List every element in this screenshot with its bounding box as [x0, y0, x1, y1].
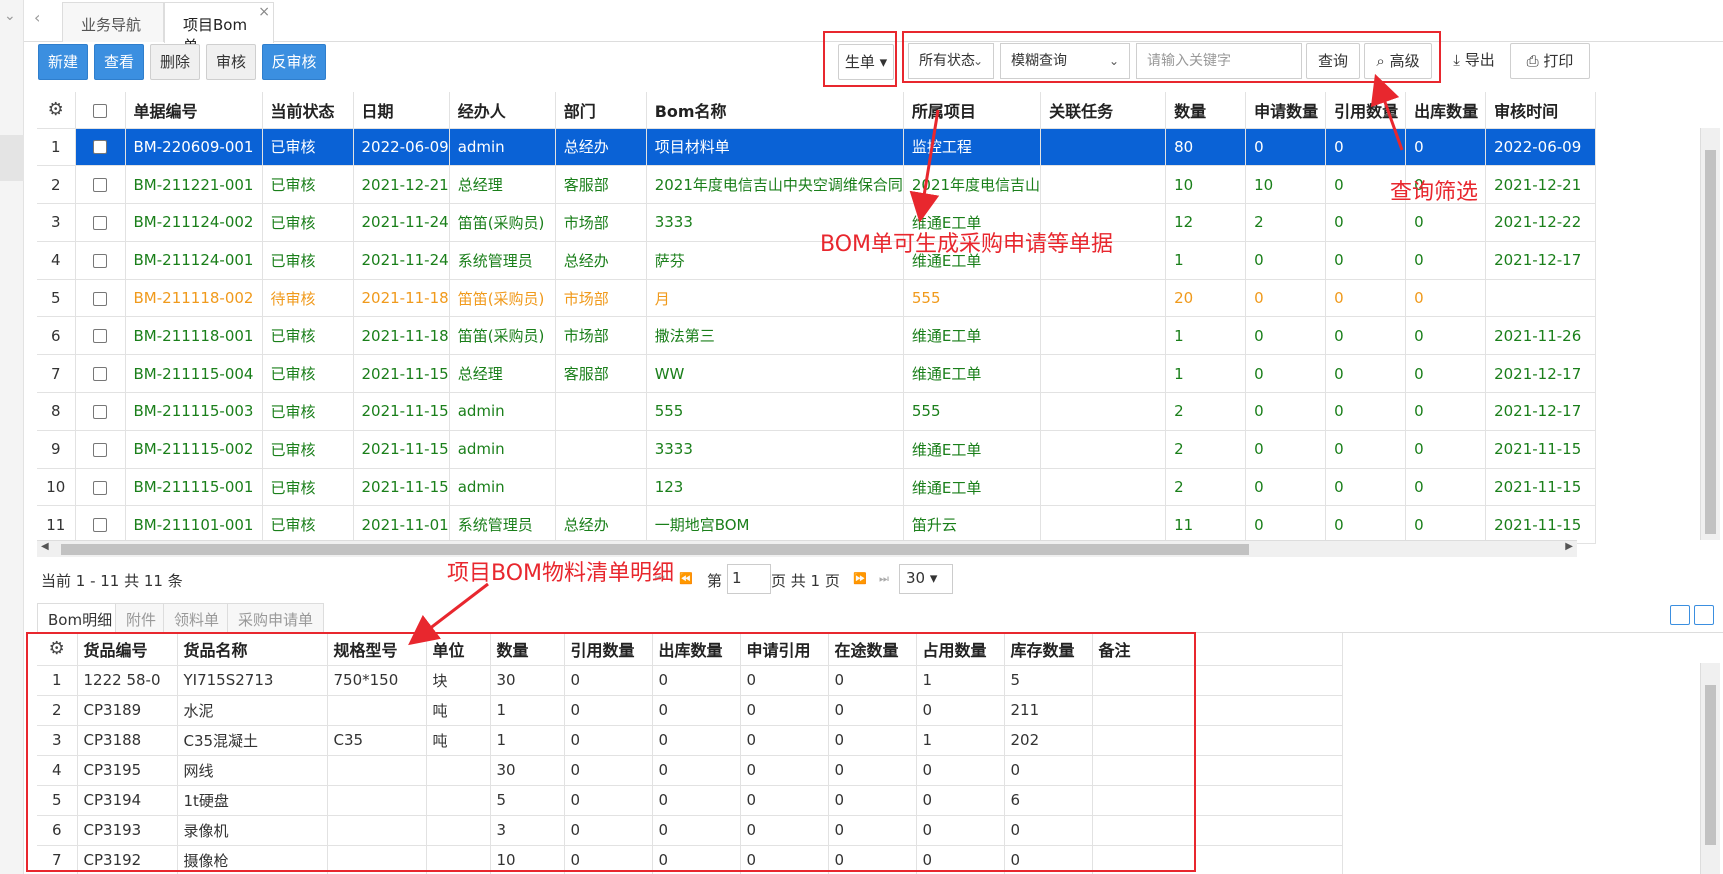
annotation-generate: BOM单可生成采购申请等单据	[820, 232, 1114, 257]
arrow-to-filter	[1370, 73, 1404, 151]
annotation-detail: 项目BOM物料清单明细	[447, 561, 675, 586]
annotation-filter: 查询筛选	[1390, 180, 1479, 205]
arrow-to-generate	[909, 109, 940, 223]
arrow-to-detail	[408, 582, 489, 646]
annotation-arrows	[408, 73, 1404, 646]
